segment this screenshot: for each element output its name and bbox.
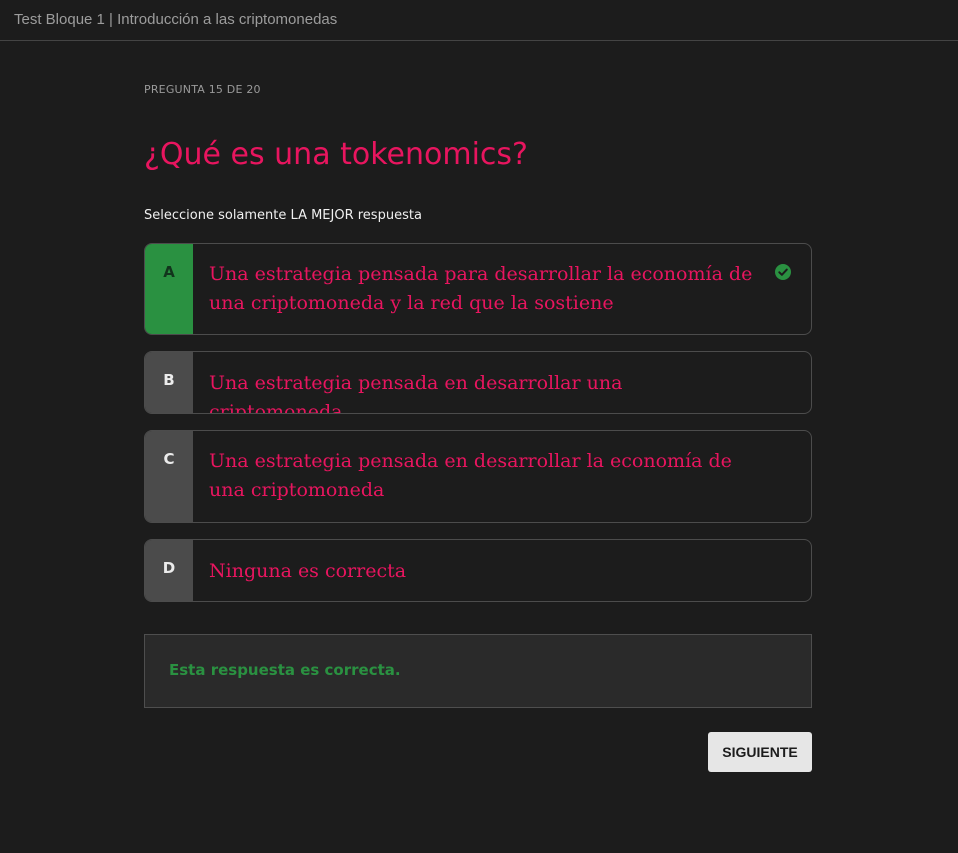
option-letter-c: C: [145, 431, 193, 522]
option-text-c: Una estrategia pensada en desarrollar la…: [209, 450, 732, 501]
option-letter-d: D: [145, 540, 193, 601]
option-letter-a: A: [145, 244, 193, 334]
next-button[interactable]: SIGUIENTE: [708, 732, 812, 772]
feedback-panel: Esta respuesta es correcta.: [144, 634, 812, 708]
option-text-d: Ninguna es correcta: [209, 560, 407, 582]
answer-option-d[interactable]: D Ninguna es correcta: [144, 539, 812, 602]
option-text-a: Una estrategia pensada para desarrollar …: [209, 263, 753, 314]
answer-option-c[interactable]: C Una estrategia pensada en desarrollar …: [144, 430, 812, 523]
title-bar: Test Bloque 1 | Introducción a las cript…: [0, 0, 958, 41]
answer-option-b[interactable]: B Una estrategia pensada en desarrollar …: [144, 351, 812, 414]
window-title: Test Bloque 1 | Introducción a las cript…: [14, 11, 338, 28]
feedback-message: Esta respuesta es correcta.: [169, 661, 401, 679]
question-title: ¿Qué es una tokenomics?: [144, 137, 528, 172]
question-progress: PREGUNTA 15 DE 20: [144, 83, 261, 96]
check-circle-icon: [775, 264, 791, 280]
option-text-b: Una estrategia pensada en desarrollar un…: [209, 372, 623, 414]
option-letter-b: B: [145, 352, 193, 413]
instruction-text: Seleccione solamente LA MEJOR respuesta: [144, 208, 422, 223]
answer-option-a[interactable]: A Una estrategia pensada para desarrolla…: [144, 243, 812, 335]
